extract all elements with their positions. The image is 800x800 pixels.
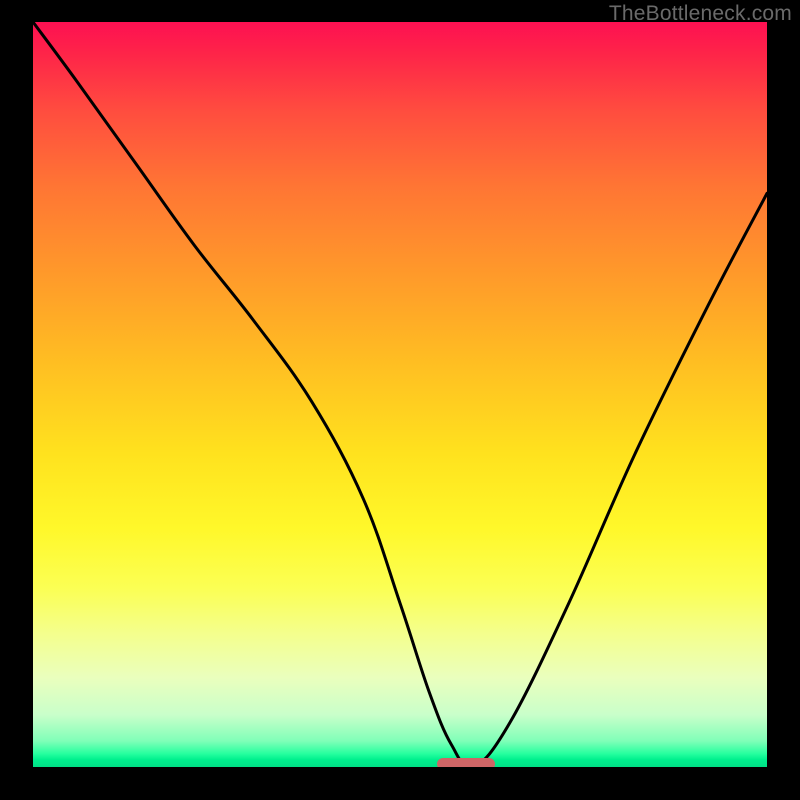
optimal-range-marker bbox=[437, 758, 496, 767]
bottleneck-curve bbox=[33, 22, 767, 767]
chart-frame: TheBottleneck.com bbox=[0, 0, 800, 800]
watermark-text: TheBottleneck.com bbox=[609, 2, 792, 26]
plot-area bbox=[33, 22, 767, 767]
